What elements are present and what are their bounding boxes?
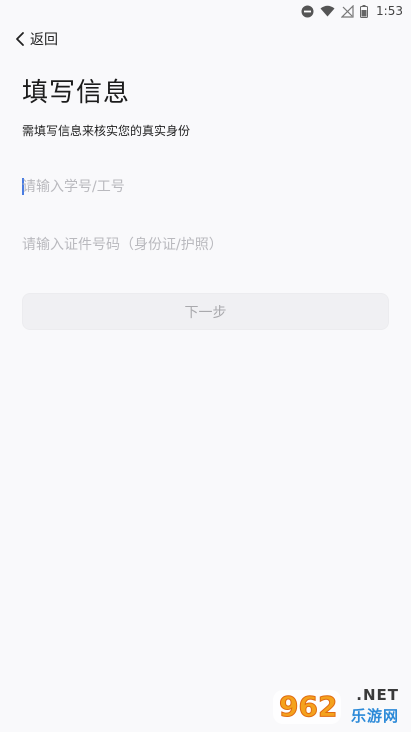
battery-icon bbox=[360, 4, 369, 18]
status-time: 1:53 bbox=[376, 4, 403, 18]
id-number-input[interactable] bbox=[22, 230, 389, 260]
next-button[interactable]: 下一步 bbox=[22, 293, 389, 330]
status-bar: 1:53 bbox=[0, 0, 411, 22]
page-subtitle: 需填写信息来核实您的真实身份 bbox=[22, 124, 191, 138]
svg-text:962: 962 bbox=[279, 690, 337, 723]
student-id-input[interactable] bbox=[22, 172, 389, 202]
wifi-icon bbox=[320, 5, 335, 17]
next-button-label: 下一步 bbox=[184, 304, 227, 321]
page-title: 填写信息 bbox=[22, 78, 131, 108]
do-not-disturb-icon bbox=[301, 5, 314, 18]
watermark-site: 乐游网 bbox=[350, 707, 399, 725]
chevron-left-icon bbox=[14, 31, 26, 47]
site-watermark: 962 .NET 乐游网 bbox=[271, 684, 403, 728]
back-button[interactable]: 返回 bbox=[14, 28, 58, 50]
watermark-net: .NET bbox=[356, 686, 399, 704]
no-signal-icon bbox=[341, 4, 354, 18]
back-label: 返回 bbox=[30, 32, 58, 48]
